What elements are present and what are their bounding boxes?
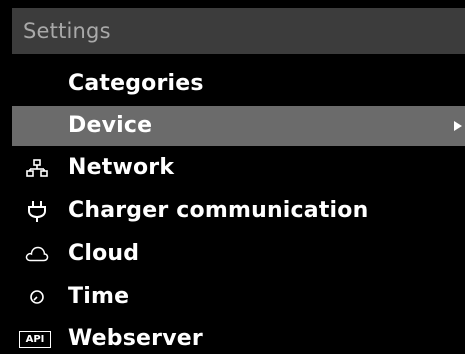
menu-item-time[interactable]: Time bbox=[12, 277, 465, 317]
plug-icon bbox=[25, 199, 49, 223]
menu-item-label: Charger communication bbox=[68, 198, 369, 223]
network-icon bbox=[25, 156, 49, 180]
submenu-arrow-icon bbox=[454, 121, 462, 131]
menu-item-charger-communication[interactable]: Charger communication bbox=[12, 191, 465, 231]
menu-item-webserver[interactable]: API Webserver bbox=[12, 319, 465, 354]
menu-item-label: Webserver bbox=[68, 326, 203, 351]
page-title: Settings bbox=[23, 19, 111, 43]
clock-icon bbox=[25, 285, 49, 309]
menu-item-device[interactable]: Device bbox=[12, 106, 465, 146]
header-bar: Settings bbox=[12, 8, 465, 54]
menu-item-label: Time bbox=[68, 284, 130, 309]
menu-item-label: Device bbox=[68, 113, 153, 138]
menu-item-categories[interactable]: Categories bbox=[12, 64, 465, 104]
menu-item-network[interactable]: Network bbox=[12, 148, 465, 188]
menu-item-label: Cloud bbox=[68, 241, 140, 266]
api-icon: API bbox=[19, 330, 51, 348]
settings-screen: Settings Categories Device Network Charg… bbox=[12, 8, 465, 354]
menu-item-label: Network bbox=[68, 155, 175, 180]
menu-item-cloud[interactable]: Cloud bbox=[12, 234, 465, 274]
cloud-icon bbox=[25, 242, 49, 266]
menu-item-label: Categories bbox=[68, 71, 204, 96]
